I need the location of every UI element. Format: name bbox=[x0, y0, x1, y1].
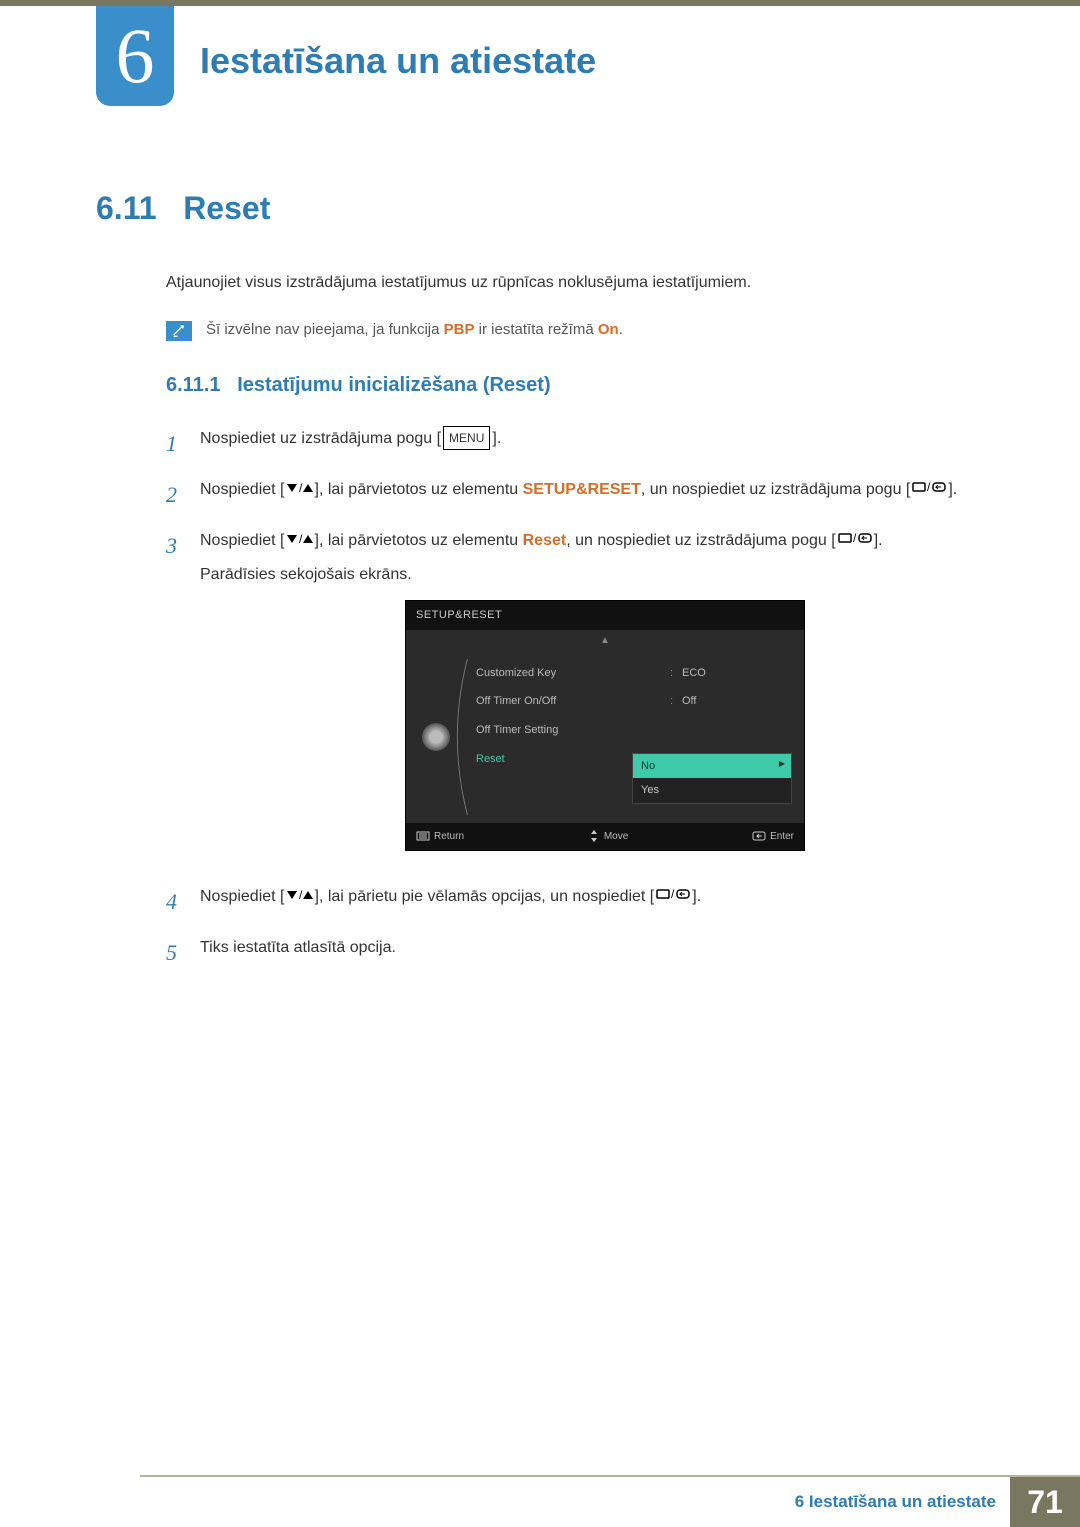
s4-mid: ], lai pārietu pie vēlamās opcijas, un n… bbox=[315, 888, 655, 905]
step-num: 1 bbox=[166, 425, 184, 462]
note-on: On bbox=[598, 321, 619, 338]
step-num: 4 bbox=[166, 883, 184, 920]
svg-text:/: / bbox=[299, 533, 303, 545]
svg-text:/: / bbox=[927, 480, 931, 494]
osd-label: Off Timer On/Off bbox=[476, 692, 670, 711]
note-post: . bbox=[619, 321, 623, 338]
chapter-title: Iestatīšana un atiestate bbox=[200, 40, 596, 82]
osd-footer: Return Move Enter bbox=[406, 823, 804, 850]
move-icon bbox=[588, 830, 600, 842]
s1-post: ]. bbox=[492, 430, 501, 447]
step-3: 3 Nospiediet [ / ], lai pārvietotos uz ele… bbox=[166, 527, 976, 868]
s4-end: ]. bbox=[692, 888, 701, 905]
s3-mid: ], lai pārvietotos uz elementu bbox=[315, 532, 523, 549]
section-name: Reset bbox=[183, 190, 270, 226]
down-up-icon: / bbox=[287, 883, 313, 910]
osd-title: SETUP&RESET bbox=[406, 601, 804, 630]
enter-icon bbox=[752, 831, 766, 841]
enter-source-icon: / bbox=[912, 476, 946, 503]
s3-end: ]. bbox=[874, 532, 883, 549]
colon: : bbox=[670, 664, 682, 683]
osd-panel: SETUP&RESET ▲ Customized bbox=[405, 600, 805, 851]
chapter-badge: 6 bbox=[96, 6, 174, 106]
steps-list: 1 Nospiediet uz izstrādājuma pogu [MENU]… bbox=[166, 425, 976, 972]
s4-pre: Nospiediet [ bbox=[200, 888, 285, 905]
s3-after: , un nospiediet uz izstrādājuma pogu [ bbox=[566, 532, 836, 549]
footer-label: 6 Iestatīšana un atiestate bbox=[795, 1492, 1010, 1512]
subsection-number: 6.11.1 bbox=[166, 374, 221, 396]
note-pbp: PBP bbox=[444, 321, 475, 338]
chapter-number: 6 bbox=[116, 11, 155, 101]
s3-tail: Parādīsies sekojošais ekrāns. bbox=[200, 561, 976, 588]
subsection-title: 6.11.1 Iestatījumu inicializēšana (Reset… bbox=[166, 374, 976, 397]
osd-row: Off Timer On/Off : Off bbox=[472, 687, 796, 716]
svg-text:/: / bbox=[671, 887, 675, 901]
step-5: 5 Tiks iestatīta atlasītā opcija. bbox=[166, 934, 976, 971]
step-4: 4 Nospiediet [ / ], lai pārietu pie vēlamā… bbox=[166, 883, 976, 920]
footer-return: Return bbox=[416, 828, 464, 845]
s2-mid: ], lai pārvietotos uz elementu bbox=[315, 481, 523, 498]
step-body: Nospiediet [ / ], lai pārvietotos uz eleme… bbox=[200, 476, 976, 503]
step-body: Nospiediet uz izstrādājuma pogu [MENU]. bbox=[200, 425, 976, 452]
note-pre: Šī izvēlne nav pieejama, ja funkcija bbox=[206, 321, 444, 338]
menu-icon bbox=[416, 831, 430, 841]
popup-option-yes: Yes bbox=[633, 778, 791, 803]
enter-label: Enter bbox=[770, 828, 794, 845]
osd-screenshot: SETUP&RESET ▲ Customized bbox=[234, 600, 976, 851]
note-mid: ir iestatīta režīmā bbox=[474, 321, 597, 338]
note: Šī izvēlne nav pieejama, ja funkcija PBP… bbox=[166, 319, 976, 342]
osd-label: Off Timer Setting bbox=[476, 721, 670, 740]
s1-pre: Nospiediet uz izstrādājuma pogu [ bbox=[200, 430, 441, 447]
svg-text:/: / bbox=[299, 889, 303, 901]
menu-button-icon: MENU bbox=[443, 426, 490, 450]
step-num: 3 bbox=[166, 527, 184, 564]
move-label: Move bbox=[604, 828, 628, 845]
osd-row: Off Timer Setting bbox=[472, 716, 796, 745]
osd-row: Customized Key : ECO bbox=[472, 659, 796, 688]
step-1: 1 Nospiediet uz izstrādājuma pogu [MENU]… bbox=[166, 425, 976, 462]
svg-text:/: / bbox=[853, 531, 857, 545]
svg-text:/: / bbox=[299, 482, 303, 494]
osd-body: Customized Key : ECO Off Timer On/Off : … bbox=[406, 653, 804, 823]
footer: 6 Iestatīšana un atiestate 71 bbox=[0, 1477, 1080, 1527]
section-number: 6.11 bbox=[96, 190, 157, 226]
osd-val: Off bbox=[682, 692, 792, 711]
note-icon bbox=[166, 321, 192, 341]
step-body: Tiks iestatīta atlasītā opcija. bbox=[200, 934, 976, 961]
gear-icon bbox=[422, 723, 450, 751]
curve-decoration bbox=[452, 659, 470, 815]
osd-popup: No Yes bbox=[632, 753, 792, 804]
osd-side bbox=[414, 659, 458, 815]
footer-enter: Enter bbox=[752, 828, 794, 845]
s2-end: ]. bbox=[948, 481, 957, 498]
s3-kw: Reset bbox=[523, 532, 567, 549]
osd-label: Customized Key bbox=[476, 664, 670, 683]
intro-text: Atjaunojiet visus izstrādājuma iestatīju… bbox=[166, 271, 976, 295]
up-arrow-icon: ▲ bbox=[406, 630, 804, 653]
content: 6.11 Reset Atjaunojiet visus izstrādājum… bbox=[96, 190, 976, 985]
osd-val: ECO bbox=[682, 664, 792, 683]
down-up-icon: / bbox=[287, 527, 313, 554]
step-2: 2 Nospiediet [ / ], lai pārvietotos uz ele… bbox=[166, 476, 976, 513]
step-body: Nospiediet [ / ], lai pārietu pie vēlamās … bbox=[200, 883, 976, 910]
s2-after: , un nospiediet uz izstrādājuma pogu [ bbox=[641, 481, 911, 498]
enter-source-icon: / bbox=[656, 883, 690, 910]
step-body: Nospiediet [ / ], lai pārvietotos uz eleme… bbox=[200, 527, 976, 868]
footer-move: Move bbox=[588, 828, 628, 845]
s2-kw: SETUP&RESET bbox=[523, 481, 641, 498]
step-num: 2 bbox=[166, 476, 184, 513]
page-number: 71 bbox=[1010, 1477, 1080, 1527]
enter-source-icon: / bbox=[838, 527, 872, 554]
s3-pre: Nospiediet [ bbox=[200, 532, 285, 549]
colon: : bbox=[670, 692, 682, 711]
down-up-icon: / bbox=[287, 476, 313, 503]
section-title: 6.11 Reset bbox=[96, 190, 976, 227]
s2-pre: Nospiediet [ bbox=[200, 481, 285, 498]
note-text: Šī izvēlne nav pieejama, ja funkcija PBP… bbox=[206, 319, 623, 342]
step-num: 5 bbox=[166, 934, 184, 971]
popup-option-no: No bbox=[633, 754, 791, 779]
subsection-name: Iestatījumu inicializēšana (Reset) bbox=[237, 374, 550, 396]
return-label: Return bbox=[434, 828, 464, 845]
